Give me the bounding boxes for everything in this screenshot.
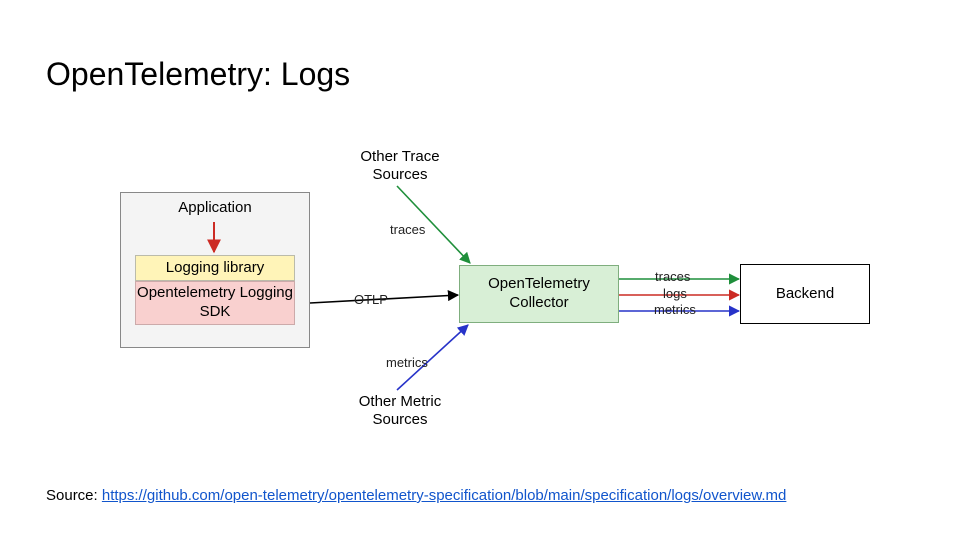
edge-label-traces-out: traces: [655, 269, 690, 284]
source-citation: Source: https://github.com/open-telemetr…: [46, 487, 786, 504]
source-prefix: Source:: [46, 487, 102, 504]
edge-label-traces-in: traces: [390, 222, 425, 237]
architecture-diagram: Application Logging library Opentelemetr…: [0, 0, 960, 540]
edge-label-logs-out: logs: [663, 286, 687, 301]
edge-label-metrics-in: metrics: [386, 355, 428, 370]
edge-label-metrics-out: metrics: [654, 302, 696, 317]
source-link[interactable]: https://github.com/open-telemetry/opente…: [102, 487, 787, 504]
edge-label-otlp: OTLP: [354, 292, 388, 307]
arrows-svg: [0, 0, 960, 540]
